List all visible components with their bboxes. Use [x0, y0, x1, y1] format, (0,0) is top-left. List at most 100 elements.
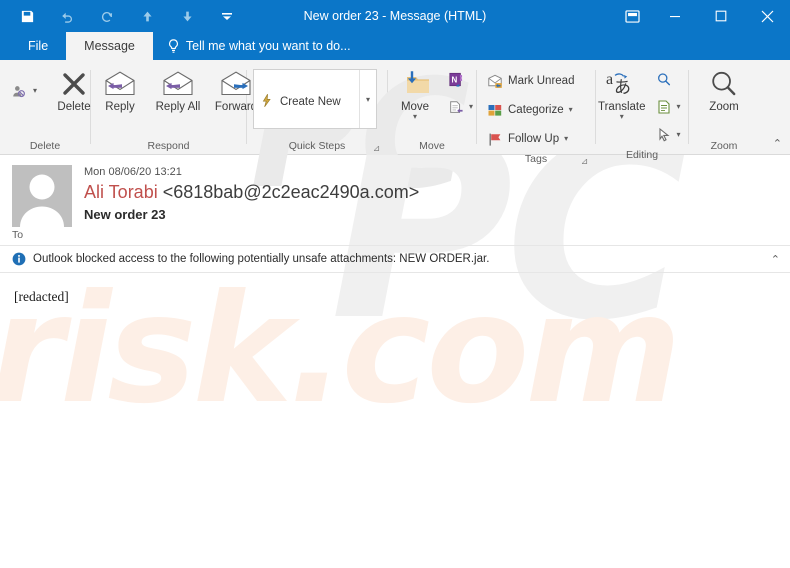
title-bar: New order 23 - Message (HTML) — [0, 0, 790, 32]
message-header-text: Mon 08/06/20 13:21 Ali Torabi <6818bab@2… — [72, 165, 778, 227]
outlook-message-window: New order 23 - Message (HTML) File Messa… — [0, 0, 790, 568]
onenote-button[interactable]: N — [444, 67, 479, 91]
related-button[interactable]: ▾ — [652, 95, 687, 119]
collapse-ribbon-button[interactable]: ⌃ — [773, 137, 782, 150]
minimize-button[interactable] — [652, 0, 698, 32]
follow-up-button[interactable]: Follow Up ▾ — [483, 127, 580, 151]
ignore-button[interactable]: ▾ — [8, 79, 43, 103]
quick-steps-dropdown[interactable]: ▾ — [359, 70, 376, 128]
move-button[interactable]: Move ▾ — [388, 65, 444, 121]
zoom-group-label: Zoom — [710, 140, 738, 152]
translate-button[interactable]: aあ Translate ▾ — [596, 65, 652, 121]
translate-icon: aあ — [605, 67, 639, 101]
select-caret-icon[interactable]: ▾ — [677, 131, 681, 139]
follow-up-caret-icon[interactable]: ▾ — [564, 135, 568, 143]
categorize-icon — [487, 102, 503, 118]
create-new-quick-step[interactable]: Create New — [254, 70, 359, 128]
reply-label: Reply — [105, 101, 135, 113]
quick-steps-dialog-launcher[interactable]: ⊿ — [372, 144, 381, 153]
ribbon-tab-strip: File Message Tell me what you want to do… — [0, 32, 790, 60]
ribbon-group-respond: Reply Reply All Forward Respond — [91, 60, 294, 154]
lightbulb-icon — [168, 38, 178, 53]
categorize-caret-icon[interactable]: ▾ — [569, 106, 573, 114]
tab-message[interactable]: Message — [66, 32, 153, 60]
ribbon-group-move: Move ▾ N ▾ Move — [388, 60, 476, 154]
quick-steps-gallery: Create New ▾ — [253, 69, 377, 129]
create-new-label: Create New — [280, 96, 341, 108]
rules-icon — [448, 99, 464, 115]
move-group-label: Move — [419, 140, 445, 152]
svg-text:N: N — [452, 75, 458, 84]
next-item-icon[interactable] — [178, 7, 196, 25]
categorize-label: Categorize — [508, 104, 564, 116]
ribbon-group-tags: Mark Unread Categorize ▾ Follow Up ▾ Tag… — [477, 60, 595, 166]
customize-qat-icon[interactable] — [218, 7, 236, 25]
mark-unread-button[interactable]: Mark Unread — [483, 69, 580, 93]
related-caret-icon[interactable]: ▾ — [677, 103, 681, 111]
tell-me-search[interactable]: Tell me what you want to do... — [153, 32, 351, 60]
maximize-button[interactable] — [698, 0, 744, 32]
ribbon-group-quick-steps: Create New ▾ Quick Steps ⊿ — [247, 60, 387, 154]
reply-icon — [103, 67, 137, 101]
move-caret-icon[interactable]: ▾ — [413, 113, 417, 121]
rules-button[interactable]: ▾ — [444, 95, 479, 119]
sender-name[interactable]: Ali Torabi — [84, 182, 158, 202]
categorize-button[interactable]: Categorize ▾ — [483, 98, 580, 122]
lightning-bolt-icon — [260, 93, 274, 111]
related-document-icon — [656, 99, 672, 115]
mark-unread-icon — [487, 73, 503, 89]
follow-up-label: Follow Up — [508, 133, 560, 145]
tab-file[interactable]: File — [10, 32, 66, 60]
ribbon-group-zoom: Zoom Zoom — [689, 60, 759, 154]
tell-me-label: Tell me what you want to do... — [185, 39, 351, 53]
expand-header-chevron-icon[interactable]: ⌃ — [771, 253, 780, 266]
onenote-icon: N — [448, 71, 464, 87]
quick-steps-group-label: Quick Steps ⊿ — [288, 140, 381, 153]
reply-all-icon — [161, 67, 195, 101]
message-date: Mon 08/06/20 13:21 — [84, 166, 182, 178]
mark-unread-label: Mark Unread — [508, 75, 575, 87]
quick-access-toolbar — [0, 7, 236, 25]
ribbon-group-delete: ▾ Delete Delete — [0, 60, 91, 154]
ignore-caret-icon[interactable]: ▾ — [33, 87, 37, 95]
message-subject: New order 23 — [84, 207, 166, 222]
to-label: To — [12, 229, 24, 241]
flag-icon — [487, 131, 503, 147]
rules-caret-icon[interactable]: ▾ — [469, 103, 473, 111]
delete-x-icon — [61, 67, 87, 101]
redo-icon[interactable] — [98, 7, 116, 25]
undo-icon[interactable] — [58, 7, 76, 25]
svg-text:a: a — [606, 71, 613, 88]
message-sender: Ali Torabi <6818bab@2c2eac2490a.com> — [84, 179, 778, 205]
reply-all-label: Reply All — [155, 101, 201, 113]
reply-button[interactable]: Reply — [91, 65, 149, 113]
ribbon-display-options-icon[interactable] — [612, 0, 652, 32]
find-button[interactable] — [652, 67, 687, 91]
cursor-select-icon — [656, 127, 672, 143]
save-icon[interactable] — [18, 7, 36, 25]
delete-label: Delete — [57, 101, 91, 113]
message-header: Mon 08/06/20 13:21 Ali Torabi <6818bab@2… — [0, 155, 790, 227]
close-button[interactable] — [744, 0, 790, 32]
ignore-icon — [12, 83, 28, 99]
zoom-label: Zoom — [709, 101, 739, 113]
avatar — [12, 165, 72, 227]
translate-caret-icon[interactable]: ▾ — [620, 113, 624, 121]
delete-group-label: Delete — [29, 140, 61, 152]
svg-text:あ: あ — [614, 78, 631, 97]
select-button[interactable]: ▾ — [652, 123, 687, 147]
ribbon: PC ▾ Delete Delete Reply Reply All Forwa… — [0, 60, 790, 210]
move-folder-icon — [398, 67, 432, 101]
attachment-warning-text: Outlook blocked access to the following … — [33, 253, 490, 265]
sender-email[interactable]: <6818bab@2c2eac2490a.com> — [163, 182, 419, 202]
zoom-button[interactable]: Zoom — [689, 65, 759, 113]
window-controls — [612, 0, 790, 32]
respond-group-label: Respond — [147, 140, 190, 152]
zoom-magnifier-icon — [709, 67, 739, 101]
search-icon — [656, 71, 672, 87]
message-body-area[interactable]: [redacted] — [0, 273, 790, 568]
reply-all-button[interactable]: Reply All — [149, 65, 207, 113]
message-body-text: [redacted] — [14, 289, 69, 304]
to-field[interactable]: To — [0, 227, 790, 245]
previous-item-icon[interactable] — [138, 7, 156, 25]
